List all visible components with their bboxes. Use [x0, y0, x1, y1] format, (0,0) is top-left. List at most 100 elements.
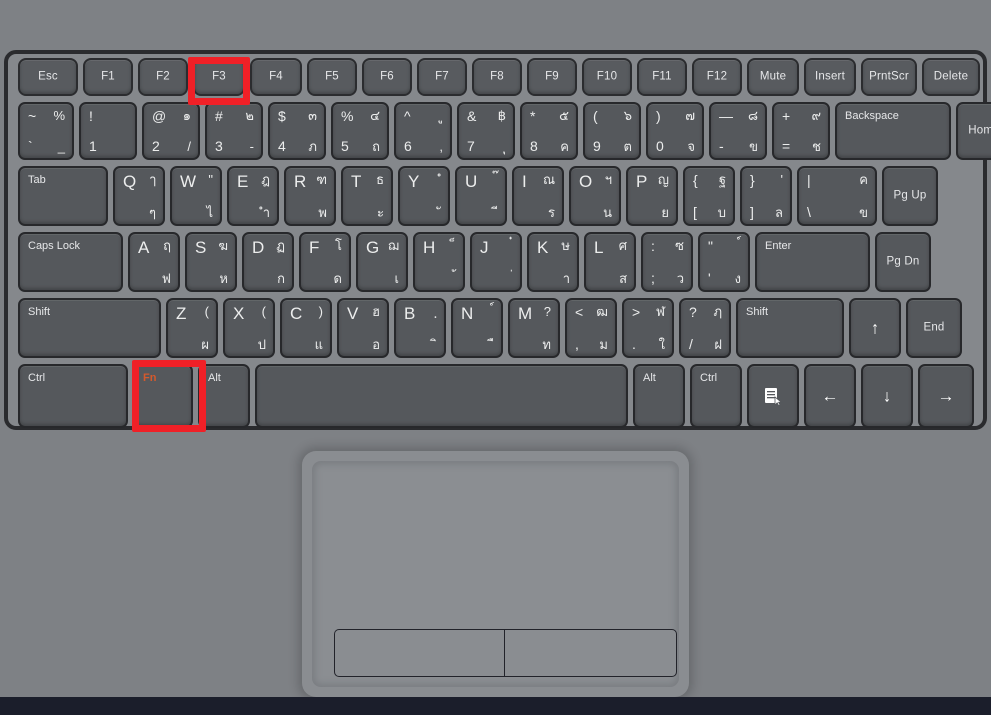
key-7[interactable]: & ฿ 7ุ [457, 102, 515, 160]
key-fn[interactable]: Fn [133, 364, 193, 428]
key-backspace[interactable]: Backspace [835, 102, 951, 160]
key-delete[interactable]: Delete [922, 58, 980, 96]
key-bracketright-legend-tl: } [750, 172, 755, 188]
key-4-legend-br: ภ [308, 139, 317, 154]
key-shift-left[interactable]: Shift [18, 298, 161, 358]
key-r[interactable]: Rฑพ [284, 166, 336, 226]
key-1[interactable]: ! 1 [79, 102, 137, 160]
key-f2[interactable]: F2 [138, 58, 188, 96]
key-f6[interactable]: F6 [362, 58, 412, 96]
key-p[interactable]: Pญย [626, 166, 678, 226]
key-quote-legend-br: ง [734, 271, 741, 286]
key-arrow-left[interactable]: ← [804, 364, 856, 428]
key-insert[interactable]: Insert [804, 58, 856, 96]
key-j[interactable]: J๋่ [470, 232, 522, 292]
key-k[interactable]: Kษา [527, 232, 579, 292]
key-end[interactable]: End [906, 298, 962, 358]
key-f11-label: F11 [652, 70, 672, 83]
key-w[interactable]: W " ไ [170, 166, 222, 226]
key-m[interactable]: M? ท [508, 298, 560, 358]
key-4[interactable]: $๓ 4 ภ [268, 102, 326, 160]
key-bracketright[interactable]: } '] ล [740, 166, 792, 226]
key-z[interactable]: Z (ผ [166, 298, 218, 358]
key-comma[interactable]: < ฒ, ม [565, 298, 617, 358]
key-equal[interactable]: +๙ = ช [772, 102, 830, 160]
key-f7[interactable]: F7 [417, 58, 467, 96]
key-backslash[interactable]: | ค \ ข [797, 166, 877, 226]
key-f1[interactable]: F1 [83, 58, 133, 96]
key-grave[interactable]: ~% ` _ [18, 102, 74, 160]
key-minus[interactable]: — ๘ - ข [709, 102, 767, 160]
trackpad-surface[interactable] [312, 461, 679, 687]
key-t[interactable]: Tธะ [341, 166, 393, 226]
key-8[interactable]: * ๕ 8 ค [520, 102, 578, 160]
key-v[interactable]: Vฮอ [337, 298, 389, 358]
key-arrow-up[interactable]: ↑ [849, 298, 901, 358]
key-f11[interactable]: F11 [637, 58, 687, 96]
key-u[interactable]: U๊ี [455, 166, 507, 226]
key-f5[interactable]: F5 [307, 58, 357, 96]
key-x[interactable]: X (ป [223, 298, 275, 358]
key-slash-legend-br: ฝ [714, 337, 722, 352]
key-menu[interactable] [747, 364, 799, 428]
key-bracketleft[interactable]: {ฐ [บ [683, 166, 735, 226]
key-enter[interactable]: Enter [755, 232, 870, 292]
key-b-legend-bl [404, 328, 421, 351]
key-o-legend-bl [579, 196, 596, 219]
key-f[interactable]: Fโด [299, 232, 351, 292]
key-esc[interactable]: Esc [18, 58, 78, 96]
trackpad-left-button[interactable] [334, 629, 504, 677]
key-3[interactable]: #๒ 3 - [205, 102, 263, 160]
key-arrow-right[interactable]: → [918, 364, 974, 428]
key-period[interactable]: > ฬ. ใ [622, 298, 674, 358]
key-f9[interactable]: F9 [527, 58, 577, 96]
key-arrow-down[interactable]: ↓ [861, 364, 913, 428]
key-6[interactable]: ^ู 6, [394, 102, 452, 160]
key-f12[interactable]: F12 [692, 58, 742, 96]
key-d[interactable]: Dฏก [242, 232, 294, 292]
key-g[interactable]: Gฌเ [356, 232, 408, 292]
key-alt-left[interactable]: Alt [198, 364, 250, 428]
key-home[interactable]: Home [956, 102, 991, 160]
key-9[interactable]: (๖ 9 ต [583, 102, 641, 160]
key-pgup[interactable]: Pg Up [882, 166, 938, 226]
key-o[interactable]: Oฯน [569, 166, 621, 226]
key-quote[interactable]: "์ ' ง [698, 232, 750, 292]
key-v-legend-bl [347, 328, 364, 351]
key-semicolon[interactable]: : ซ; ว [641, 232, 693, 292]
trackpad-right-button[interactable] [504, 629, 677, 677]
key-d-legends: Dฏก [244, 234, 292, 290]
key-y[interactable]: Yํั [398, 166, 450, 226]
key-l[interactable]: Lศส [584, 232, 636, 292]
key-h[interactable]: H็้ [413, 232, 465, 292]
key-mute[interactable]: Mute [747, 58, 799, 96]
key-f4[interactable]: F4 [250, 58, 302, 96]
key-space[interactable] [255, 364, 628, 428]
key-f3[interactable]: F3 [193, 58, 245, 96]
key-tab[interactable]: Tab [18, 166, 108, 226]
key-2[interactable]: @๑ 2 / [142, 102, 200, 160]
modifier-row: Ctrl Fn Alt Alt Ctrl ← ↓ → [18, 364, 974, 428]
key-n[interactable]: N์ื [451, 298, 503, 358]
key-s[interactable]: Sฆห [185, 232, 237, 292]
key-slash[interactable]: ? ฦ / ฝ [679, 298, 731, 358]
key-f8[interactable]: F8 [472, 58, 522, 96]
key-0[interactable]: ) ๗ 0 จ [646, 102, 704, 160]
key-y-legend-tr: ํ [425, 173, 442, 196]
key-pgdn[interactable]: Pg Dn [875, 232, 931, 292]
key-b[interactable]: Bฺิ [394, 298, 446, 358]
key-ctrl-left[interactable]: Ctrl [18, 364, 128, 428]
key-5[interactable]: % ๔ 5 ถ [331, 102, 389, 160]
key-alt-right[interactable]: Alt [633, 364, 685, 428]
key-i[interactable]: Iณร [512, 166, 564, 226]
key-a[interactable]: Aฤฟ [128, 232, 180, 292]
key-q[interactable]: Qๅๆ [113, 166, 165, 226]
key-prntscr[interactable]: PrntScr [861, 58, 917, 96]
key-n-legend-br: ื [478, 328, 495, 351]
key-capslock[interactable]: Caps Lock [18, 232, 123, 292]
key-c[interactable]: C) แ [280, 298, 332, 358]
key-e[interactable]: Eฎำ [227, 166, 279, 226]
key-shift-right[interactable]: Shift [736, 298, 844, 358]
key-ctrl-right[interactable]: Ctrl [690, 364, 742, 428]
key-f10[interactable]: F10 [582, 58, 632, 96]
